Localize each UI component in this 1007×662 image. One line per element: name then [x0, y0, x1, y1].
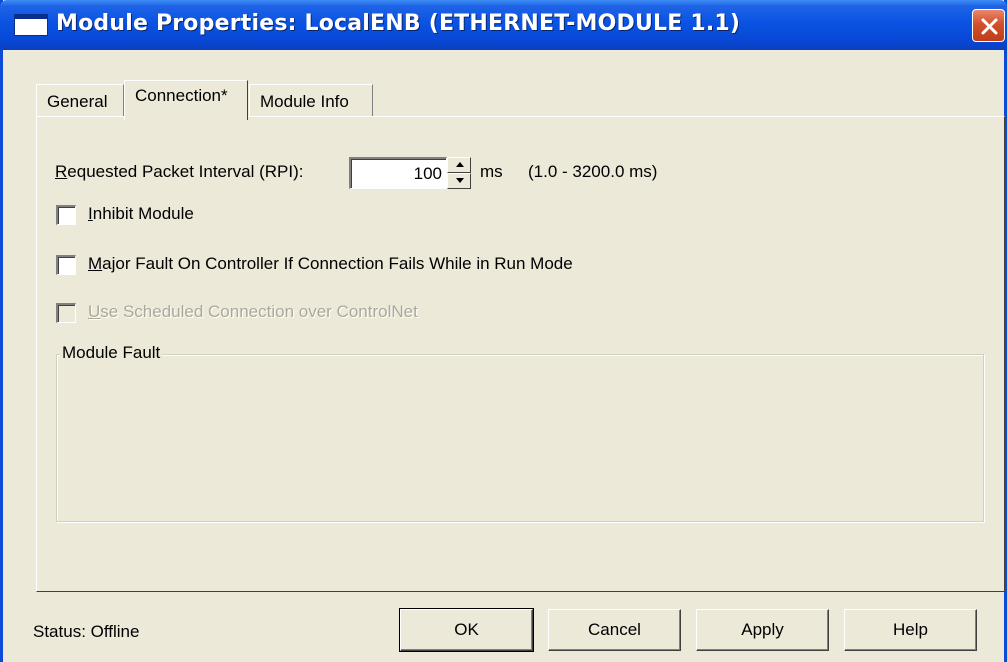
scheduled-connection-label: Use Scheduled Connection over ControlNet: [88, 302, 418, 322]
help-button[interactable]: Help: [844, 609, 977, 651]
cancel-button[interactable]: Cancel: [548, 609, 681, 651]
window-icon: [14, 14, 48, 36]
rpi-decrement-button[interactable]: [447, 173, 471, 189]
close-button[interactable]: [972, 9, 1005, 42]
rpi-input[interactable]: [349, 157, 447, 189]
status-text: Status: Offline: [33, 622, 140, 641]
module-fault-group: [56, 354, 984, 522]
scheduled-connection-checkbox: [56, 303, 76, 323]
module-properties-dialog: Module Properties: LocalENB (ETHERNET-MO…: [0, 0, 1007, 662]
module-fault-title: Module Fault: [60, 343, 163, 363]
close-icon: [981, 18, 998, 35]
rpi-increment-button[interactable]: [447, 157, 471, 173]
major-fault-label-text: ajor Fault On Controller If Connection F…: [102, 254, 573, 273]
rpi-unit: ms: [480, 162, 503, 181]
tab-module-info[interactable]: Module Info: [249, 84, 373, 118]
inhibit-module-label[interactable]: Inhibit Module: [88, 204, 194, 224]
tab-general[interactable]: General: [36, 84, 124, 118]
rpi-range-hint: (1.0 - 3200.0 ms): [528, 162, 658, 181]
tab-connection[interactable]: Connection*: [124, 80, 248, 120]
rpi-label: Requested Packet Interval (RPI):: [55, 162, 304, 182]
inhibit-label-text: nhibit Module: [92, 204, 194, 223]
major-fault-mnemonic: M: [88, 254, 103, 273]
rpi-spinner: [447, 157, 471, 189]
spin-up-icon: [456, 162, 464, 167]
scheduled-mnemonic: U: [88, 302, 101, 321]
scheduled-label-text: se Scheduled Connection over ControlNet: [100, 302, 418, 321]
rpi-label-text: equested Packet Interval (RPI):: [67, 162, 304, 181]
rpi-label-mnemonic: R: [55, 162, 68, 181]
title-bar[interactable]: Module Properties: LocalENB (ETHERNET-MO…: [0, 0, 1007, 50]
inhibit-module-checkbox[interactable]: [56, 205, 76, 225]
major-fault-checkbox[interactable]: [56, 255, 76, 275]
window-title: Module Properties: LocalENB (ETHERNET-MO…: [56, 11, 741, 36]
apply-button[interactable]: Apply: [696, 609, 829, 651]
spin-down-icon: [456, 178, 464, 183]
ok-button[interactable]: OK: [399, 608, 534, 652]
major-fault-label[interactable]: Major Fault On Controller If Connection …: [88, 254, 573, 274]
